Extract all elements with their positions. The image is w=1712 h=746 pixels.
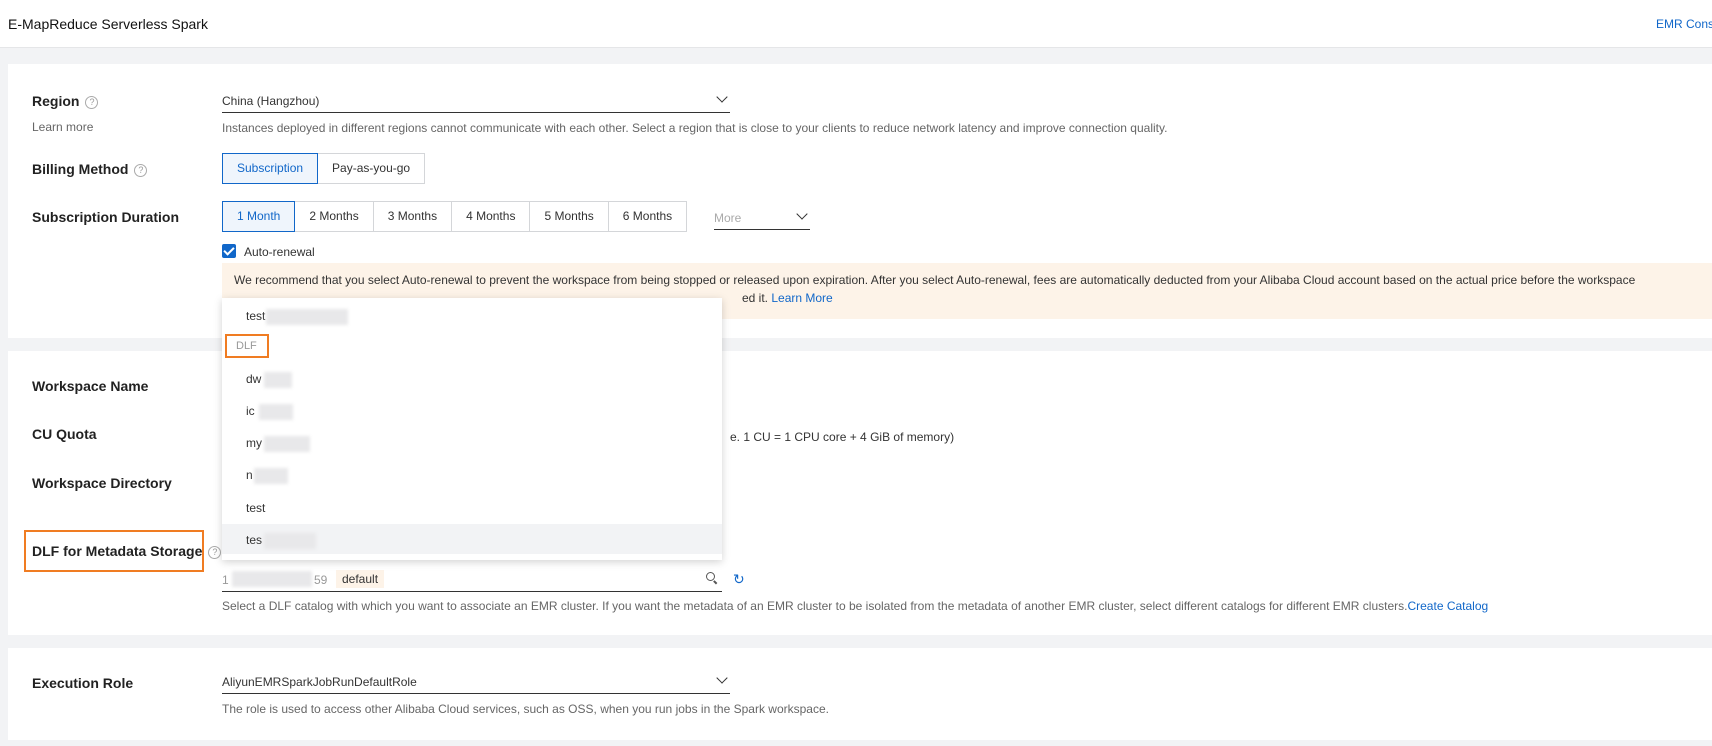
search-icon[interactable] xyxy=(706,572,718,584)
duration-option-3-months[interactable]: 3 Months xyxy=(372,201,453,232)
redacted-text xyxy=(259,404,293,420)
duration-option-2-months[interactable]: 2 Months xyxy=(294,201,374,232)
help-icon[interactable]: ? xyxy=(208,546,222,559)
notice-text: We recommend that you select Auto-renewa… xyxy=(234,273,1636,287)
execution-role-card: Execution Role AliyunEMRSparkJobRunDefau… xyxy=(8,648,1712,740)
more-duration-select[interactable]: More xyxy=(714,204,810,230)
cu-quota-label: CU Quota xyxy=(32,426,97,442)
chevron-down-icon xyxy=(796,210,808,222)
workspace-name-label: Workspace Name xyxy=(32,378,149,394)
learn-more-link[interactable]: Learn more xyxy=(32,120,93,134)
help-icon[interactable]: ? xyxy=(134,164,148,177)
duration-option-1-month[interactable]: 1 Month xyxy=(222,201,296,232)
help-icon[interactable]: ? xyxy=(85,96,99,109)
list-item[interactable]: dw xyxy=(222,363,722,393)
redacted-text xyxy=(232,571,312,587)
redacted-text xyxy=(264,372,292,388)
basic-config-card: Region? Learn more China (Hangzhou) Inst… xyxy=(8,64,1712,338)
dropdown-group-dlf: DLF xyxy=(225,334,269,358)
redacted-text xyxy=(254,468,288,484)
page-title: E-MapReduce Serverless Spark xyxy=(8,16,208,32)
catalog-dropdown: test dw ic my n test tes DLF xyxy=(222,298,722,560)
region-select[interactable]: China (Hangzhou) xyxy=(222,87,730,113)
billing-option-subscription[interactable]: Subscription xyxy=(222,153,319,184)
list-item[interactable]: test xyxy=(222,300,722,330)
dlf-catalog-search[interactable]: 1 59 default xyxy=(222,566,722,592)
duration-option-4-months[interactable]: 4 Months xyxy=(451,201,531,232)
list-item[interactable]: ic xyxy=(222,395,722,425)
top-bar: E-MapReduce Serverless Spark EMR Console xyxy=(0,0,1712,48)
billing-option-pay-as-you-go[interactable]: Pay-as-you-go xyxy=(317,153,426,184)
redacted-text xyxy=(264,533,316,549)
emr-console-link[interactable]: EMR Console xyxy=(1656,17,1712,31)
notice-learn-more-link[interactable]: Learn More xyxy=(771,291,832,305)
chevron-down-icon xyxy=(716,93,728,105)
billing-method-selector: Subscription Pay-as-you-go xyxy=(222,153,426,184)
redacted-text xyxy=(264,436,310,452)
execution-role-description: The role is used to access other Alibaba… xyxy=(222,702,829,716)
auto-renewal-label: Auto-renewal xyxy=(244,245,315,259)
cu-quota-description: e. 1 CU = 1 CPU core + 4 GiB of memory) xyxy=(730,430,955,444)
duration-option-6-months[interactable]: 6 Months xyxy=(607,201,688,232)
auto-renewal-checkbox[interactable] xyxy=(222,244,236,258)
dlf-description: Select a DLF catalog with which you want… xyxy=(222,599,1489,613)
catalog-tag: default xyxy=(336,570,385,588)
subscription-duration-label: Subscription Duration xyxy=(32,209,179,225)
workspace-directory-label: Workspace Directory xyxy=(32,475,172,491)
refresh-icon[interactable]: ↻ xyxy=(733,572,747,586)
execution-role-label: Execution Role xyxy=(32,675,134,691)
region-description: Instances deployed in different regions … xyxy=(222,121,1168,135)
list-item[interactable]: tes xyxy=(222,524,722,554)
region-label: Region? xyxy=(32,93,99,109)
billing-method-label: Billing Method? xyxy=(32,161,148,177)
dlf-label-highlight xyxy=(24,530,204,572)
list-item[interactable]: n xyxy=(222,459,722,489)
duration-selector: 1 Month 2 Months 3 Months 4 Months 5 Mon… xyxy=(222,201,688,232)
list-item[interactable]: test xyxy=(222,492,722,522)
execution-role-select[interactable]: AliyunEMRSparkJobRunDefaultRole xyxy=(222,668,730,694)
list-item[interactable]: my xyxy=(222,427,722,457)
create-catalog-link[interactable]: Create Catalog xyxy=(1407,599,1488,613)
duration-option-5-months[interactable]: 5 Months xyxy=(529,201,609,232)
redacted-text xyxy=(266,309,348,325)
chevron-down-icon xyxy=(716,674,728,686)
